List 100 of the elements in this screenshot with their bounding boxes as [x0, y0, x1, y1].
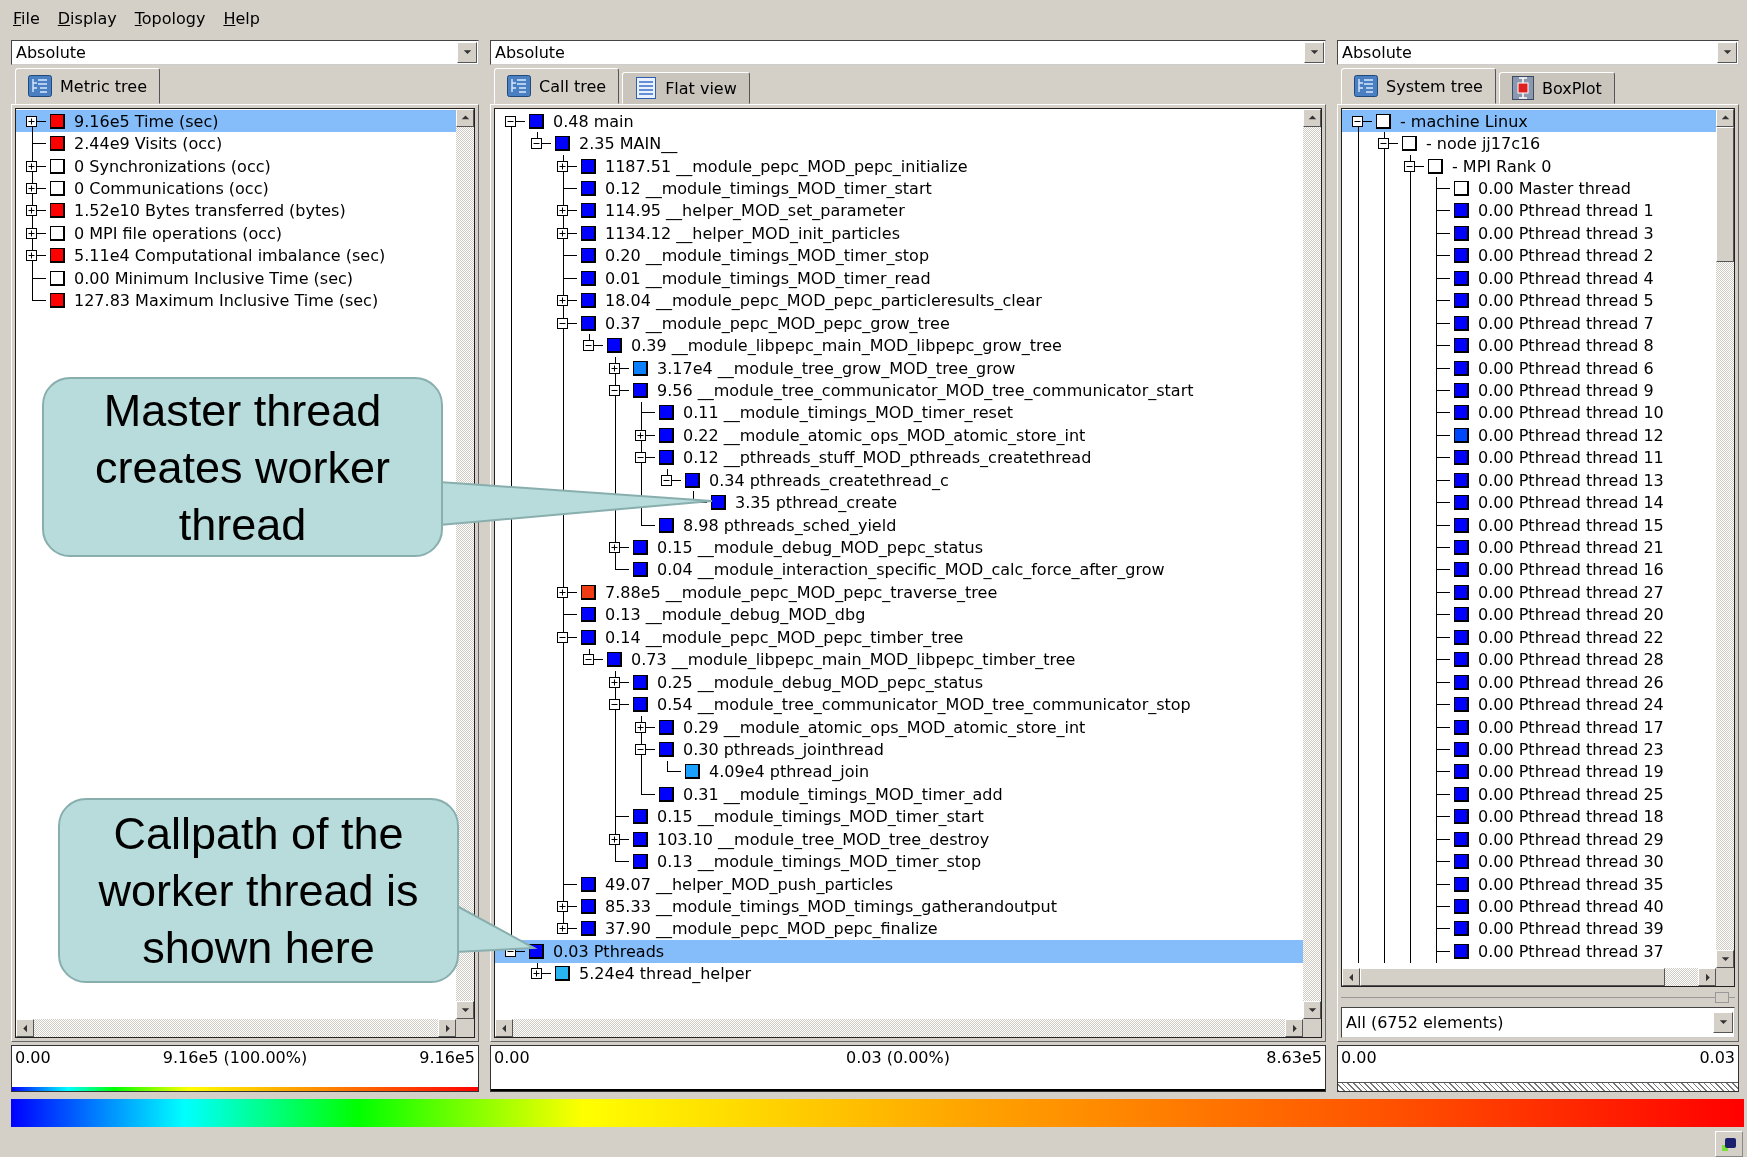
tree-row[interactable]: 0.00 Pthread thread 12 [1342, 424, 1716, 447]
tree-row[interactable]: 0.00 Pthread thread 7 [1342, 311, 1716, 335]
tree-row[interactable]: - machine Linux [1342, 110, 1716, 133]
expand-icon[interactable] [557, 901, 568, 913]
collapse-icon[interactable] [635, 743, 646, 755]
tree-row[interactable]: 103.10 __module_tree_MOD_tree_destroy [495, 828, 1303, 851]
expand-icon[interactable] [557, 923, 568, 935]
tree-row[interactable]: 49.07 __helper_MOD_push_particles [495, 872, 1303, 896]
horizontal-scrollbar[interactable] [495, 1019, 1303, 1037]
expand-icon[interactable] [557, 160, 568, 172]
tree-row[interactable]: 0.00 Pthread thread 13 [1342, 469, 1716, 492]
dropdown[interactable]: Absolute [1337, 40, 1739, 65]
tree-row[interactable]: - node jj17c16 [1342, 132, 1716, 155]
scroll-left-button[interactable] [495, 1019, 513, 1037]
expand-icon[interactable] [26, 183, 37, 195]
tab[interactable]: BoxPlot [1498, 72, 1615, 104]
tree-row[interactable]: 0.48 main [495, 110, 1303, 133]
collapse-icon[interactable] [531, 138, 542, 150]
dropdown[interactable]: Absolute [490, 40, 1326, 65]
tree-row[interactable]: 8.98 pthreads_sched_yield [495, 513, 1303, 537]
collapse-icon[interactable] [557, 631, 568, 643]
expand-icon[interactable] [531, 968, 542, 980]
tree-row[interactable]: 0.04 __module_interaction_specific_MOD_calc_force_after_grow [495, 558, 1303, 582]
tree-row[interactable]: 0.20 __module_timings_MOD_timer_stop [495, 244, 1303, 268]
tree-row[interactable]: 0.29 __module_atomic_ops_MOD_atomic_store_int [495, 715, 1303, 739]
tree-row[interactable]: 0.00 Pthread thread 11 [1342, 446, 1716, 469]
tree-row[interactable]: 127.83 Maximum Inclusive Time (sec) [16, 289, 456, 312]
collapse-icon[interactable] [635, 452, 646, 464]
tree-row[interactable]: 0.12 __module_timings_MOD_timer_start [495, 177, 1303, 200]
expand-icon[interactable] [609, 542, 620, 554]
vertical-scrollbar[interactable] [1716, 109, 1734, 968]
scroll-up-button[interactable] [1303, 109, 1321, 127]
dropdown[interactable]: All (6752 elements) [1341, 1007, 1735, 1038]
tree-row[interactable]: 0.00 Pthread thread 29 [1342, 828, 1716, 851]
expand-icon[interactable] [609, 833, 620, 845]
collapse-icon[interactable] [1352, 115, 1363, 127]
collapse-icon[interactable] [1378, 138, 1389, 150]
scroll-down-button[interactable] [1716, 950, 1734, 968]
tree-row[interactable]: 0.00 Pthread thread 2 [1342, 244, 1716, 268]
tree-row[interactable]: 0.00 Pthread thread 20 [1342, 603, 1716, 627]
tab[interactable]: System tree [1341, 68, 1496, 104]
tree-row[interactable]: 0.00 Minimum Inclusive Time (sec) [16, 267, 456, 290]
tree-row[interactable]: 0.54 __module_tree_communicator_MOD_tree_communicator_stop [495, 693, 1303, 716]
tree-row[interactable]: 0.00 Pthread thread 28 [1342, 648, 1716, 671]
tree-row[interactable]: 0.00 Pthread thread 3 [1342, 222, 1716, 245]
vertical-scrollbar[interactable] [1303, 109, 1321, 1019]
tree-row[interactable]: - MPI Rank 0 [1342, 154, 1716, 178]
expand-icon[interactable] [557, 227, 568, 239]
collapse-icon[interactable] [583, 340, 594, 352]
scroll-down-button[interactable] [1303, 1001, 1321, 1019]
tree-row[interactable]: 0.39 __module_libpepc_main_MOD_libpepc_grow_tree [495, 334, 1303, 357]
scroll-right-button[interactable] [438, 1019, 456, 1037]
tree-row[interactable]: 0.00 Pthread thread 14 [1342, 491, 1716, 514]
tree-row[interactable]: 0.25 __module_debug_MOD_pepc_status [495, 670, 1303, 694]
tree-row[interactable]: 4.09e4 pthread_join [495, 760, 1303, 784]
tree-row[interactable]: 2.35 MAIN__ [495, 132, 1303, 155]
expand-icon[interactable] [26, 227, 37, 239]
tab[interactable]: Metric tree [15, 68, 160, 104]
scroll-right-button[interactable] [1285, 1019, 1303, 1037]
tree-row[interactable]: 0.31 __module_timings_MOD_timer_add [495, 783, 1303, 806]
expand-icon[interactable] [26, 205, 37, 217]
tree-row[interactable]: 0.15 __module_debug_MOD_pepc_status [495, 536, 1303, 559]
tree-row[interactable]: 0.11 __module_timings_MOD_timer_reset [495, 401, 1303, 425]
tree-row[interactable]: 1134.12 __helper_MOD_init_particles [495, 222, 1303, 245]
horizontal-scrollbar[interactable] [1342, 968, 1716, 986]
tree-row[interactable]: 9.16e5 Time (sec) [16, 110, 456, 133]
scroll-left-button[interactable] [16, 1019, 34, 1037]
tree-row[interactable]: 0.13 __module_timings_MOD_timer_stop [495, 850, 1303, 873]
tree-row[interactable]: 0.00 Pthread thread 25 [1342, 783, 1716, 806]
expand-icon[interactable] [609, 362, 620, 374]
collapse-icon[interactable] [583, 654, 594, 666]
tree-row[interactable]: 0.00 Pthread thread 37 [1342, 940, 1716, 963]
tree-row[interactable]: 0.00 Pthread thread 10 [1342, 401, 1716, 425]
collapse-icon[interactable] [1404, 160, 1415, 172]
tree-row[interactable]: 3.17e4 __module_tree_grow_MOD_tree_grow [495, 356, 1303, 380]
tree-row[interactable]: 0.73 __module_libpepc_main_MOD_libpepc_timber_tree [495, 648, 1303, 671]
scroll-up-button[interactable] [1716, 109, 1734, 127]
horizontal-scrollbar[interactable] [16, 1019, 456, 1037]
tree-row[interactable]: 0.00 Pthread thread 35 [1342, 872, 1716, 896]
tree-row[interactable]: 0 Communications (occ) [16, 177, 456, 200]
tree-row[interactable]: 114.95 __helper_MOD_set_parameter [495, 199, 1303, 223]
tree-row[interactable]: 0.00 Pthread thread 9 [1342, 379, 1716, 402]
tree-row[interactable]: 0.22 __module_atomic_ops_MOD_atomic_store_int [495, 424, 1303, 447]
tree-row[interactable]: 1187.51 __module_pepc_MOD_pepc_initialize [495, 154, 1303, 178]
tree-row[interactable]: 1.52e10 Bytes transferred (bytes) [16, 199, 456, 223]
expand-icon[interactable] [557, 586, 568, 598]
tree-row[interactable]: 0.13 __module_debug_MOD_dbg [495, 603, 1303, 627]
tree-row[interactable]: 0.00 Pthread thread 16 [1342, 558, 1716, 582]
tree-row[interactable]: 0.00 Pthread thread 6 [1342, 356, 1716, 380]
tree-row[interactable]: 0.01 __module_timings_MOD_timer_read [495, 267, 1303, 290]
tree-row[interactable]: 0.00 Pthread thread 15 [1342, 513, 1716, 537]
tree-row[interactable]: 0.00 Pthread thread 39 [1342, 917, 1716, 941]
tree-row[interactable]: 9.56 __module_tree_communicator_MOD_tree_communicator_start [495, 379, 1303, 402]
collapse-icon[interactable] [609, 699, 620, 711]
collapse-icon[interactable] [505, 115, 516, 127]
expand-icon[interactable] [635, 721, 646, 733]
tree-row[interactable]: 0.00 Pthread thread 1 [1342, 199, 1716, 223]
tree-row[interactable]: 0.00 Pthread thread 4 [1342, 267, 1716, 290]
expand-icon[interactable] [26, 115, 37, 127]
tree-row[interactable]: 0.37 __module_pepc_MOD_pepc_grow_tree [495, 311, 1303, 335]
